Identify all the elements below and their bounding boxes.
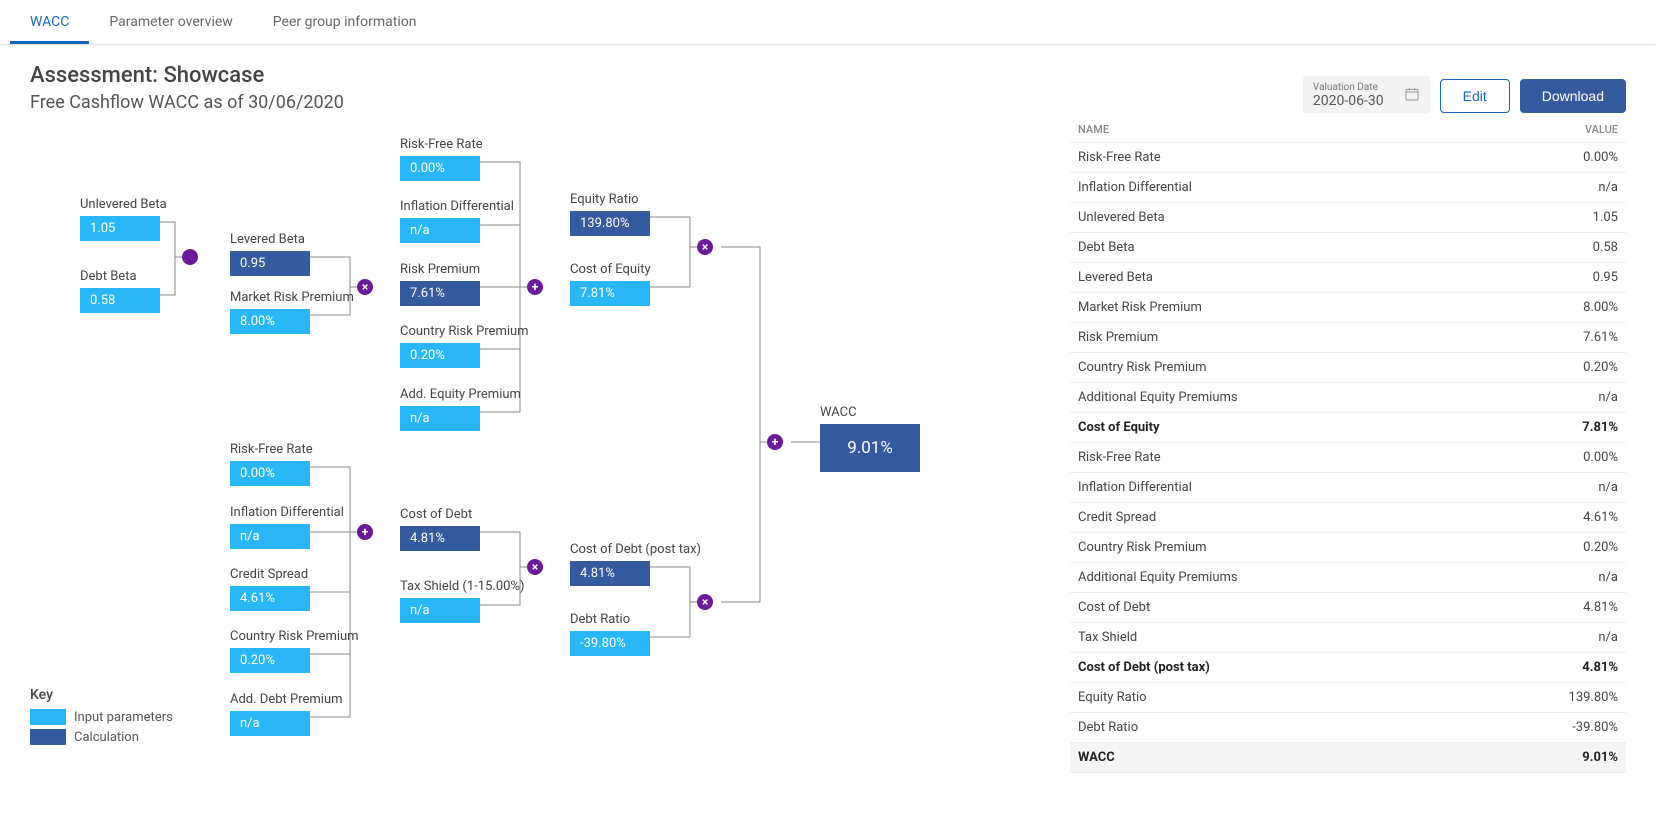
valuation-date-value: 2020-06-30 <box>1313 93 1384 109</box>
op-levered-beta <box>182 249 198 265</box>
legend: Key Input parameters Calculation <box>30 687 173 749</box>
legend-input: Input parameters <box>30 709 173 725</box>
table-row: Cost of Equity7.81% <box>1070 413 1626 443</box>
valuation-date-label: Valuation Date <box>1313 82 1384 93</box>
tab-peer-group[interactable]: Peer group information <box>253 0 437 44</box>
node-risk-free-rate-equity: Risk-Free Rate 0.00% <box>400 137 530 181</box>
node-risk-premium: Risk Premium 7.61% <box>400 262 530 306</box>
node-add-equity-premium: Add. Equity Premium n/a <box>400 387 530 431</box>
node-country-risk-equity: Country Risk Premium 0.20% <box>400 324 530 368</box>
node-tax-shield: Tax Shield (1-15.00%) n/a <box>400 579 530 623</box>
table-row: Market Risk Premium8.00% <box>1070 293 1626 323</box>
node-market-risk-premium: Market Risk Premium 8.00% <box>230 290 360 334</box>
table-header-name: Name <box>1070 117 1475 143</box>
page-title: Assessment: Showcase <box>30 63 344 88</box>
values-table: Name Value Risk-Free Rate0.00%Inflation … <box>1070 117 1626 773</box>
table-row: Country Risk Premium0.20% <box>1070 353 1626 383</box>
op-risk-premium: × <box>357 279 373 295</box>
node-risk-free-rate-debt: Risk-Free Rate 0.00% <box>230 442 360 486</box>
table-row: Additional Equity Premiumsn/a <box>1070 563 1626 593</box>
legend-calc: Calculation <box>30 729 173 745</box>
node-cost-of-debt-posttax: Cost of Debt (post tax) 4.81% <box>570 542 700 586</box>
table-row: WACC9.01% <box>1070 743 1626 773</box>
table-row: Risk-Free Rate0.00% <box>1070 143 1626 173</box>
valuation-date-picker[interactable]: Valuation Date 2020-06-30 <box>1303 76 1430 113</box>
download-button[interactable]: Download <box>1520 79 1626 113</box>
table-row: Debt Ratio-39.80% <box>1070 713 1626 743</box>
table-row: Inflation Differentialn/a <box>1070 473 1626 503</box>
table-row: Debt Beta0.58 <box>1070 233 1626 263</box>
table-row: Additional Equity Premiumsn/a <box>1070 383 1626 413</box>
table-row: Country Risk Premium0.20% <box>1070 533 1626 563</box>
node-equity-ratio: Equity Ratio 139.80% <box>570 192 700 236</box>
table-header-value: Value <box>1475 117 1626 143</box>
op-equity-mult: × <box>697 239 713 255</box>
node-inflation-diff-equity: Inflation Differential n/a <box>400 199 530 243</box>
legend-title: Key <box>30 687 173 703</box>
tab-bar: WACC Parameter overview Peer group infor… <box>0 0 1656 45</box>
node-inflation-diff-debt: Inflation Differential n/a <box>230 505 360 549</box>
table-row: Tax Shieldn/a <box>1070 623 1626 653</box>
page-subtitle: Free Cashflow WACC as of 30/06/2020 <box>30 92 344 113</box>
table-row: Risk-Free Rate0.00% <box>1070 443 1626 473</box>
table-row: Inflation Differentialn/a <box>1070 173 1626 203</box>
table-row: Levered Beta0.95 <box>1070 263 1626 293</box>
node-credit-spread: Credit Spread 4.61% <box>230 567 360 611</box>
op-cost-of-equity: + <box>527 279 543 295</box>
op-cost-of-debt-posttax: × <box>527 559 543 575</box>
tab-wacc[interactable]: WACC <box>10 0 89 44</box>
tab-parameter-overview[interactable]: Parameter overview <box>89 0 252 44</box>
node-country-risk-debt: Country Risk Premium 0.20% <box>230 629 360 673</box>
op-debt-mult: × <box>697 594 713 610</box>
node-add-debt-premium: Add. Debt Premium n/a <box>230 692 360 736</box>
wacc-diagram: Unlevered Beta 1.05 Debt Beta 0.58 Lever… <box>30 117 1070 797</box>
table-row: Cost of Debt4.81% <box>1070 593 1626 623</box>
edit-button[interactable]: Edit <box>1440 79 1510 113</box>
op-wacc: + <box>767 434 783 450</box>
calendar-icon <box>1404 86 1420 106</box>
table-row: Risk Premium7.61% <box>1070 323 1626 353</box>
node-wacc: WACC 9.01% <box>820 405 930 472</box>
op-cost-of-debt: + <box>357 524 373 540</box>
node-debt-beta: Debt Beta 0.58 <box>80 269 210 313</box>
table-row: Equity Ratio139.80% <box>1070 683 1626 713</box>
node-debt-ratio: Debt Ratio -39.80% <box>570 612 700 656</box>
table-row: Credit Spread4.61% <box>1070 503 1626 533</box>
table-row: Cost of Debt (post tax)4.81% <box>1070 653 1626 683</box>
node-cost-of-equity: Cost of Equity 7.81% <box>570 262 700 306</box>
node-levered-beta: Levered Beta 0.95 <box>230 232 360 276</box>
node-unlevered-beta: Unlevered Beta 1.05 <box>80 197 210 241</box>
table-row: Unlevered Beta1.05 <box>1070 203 1626 233</box>
node-cost-of-debt: Cost of Debt 4.81% <box>400 507 530 551</box>
